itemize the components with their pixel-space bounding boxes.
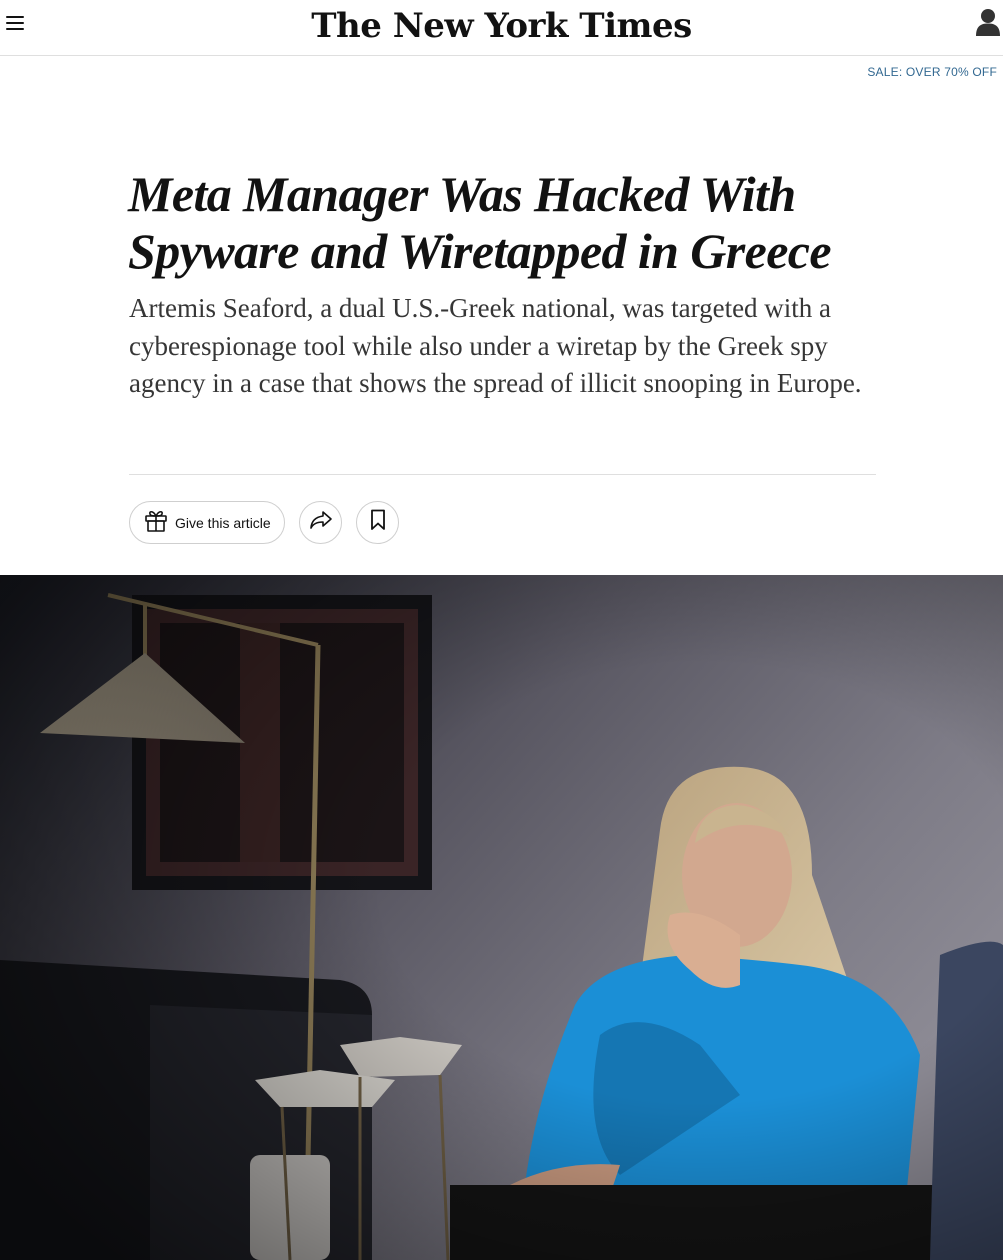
bookmark-icon	[370, 509, 386, 536]
user-account-icon[interactable]	[975, 6, 1001, 38]
top-bar: The New York Times	[0, 0, 1003, 56]
save-button[interactable]	[356, 501, 399, 544]
sale-promo-link[interactable]: SALE: OVER 70% OFF	[867, 65, 997, 79]
share-arrow-icon	[309, 510, 333, 535]
divider	[129, 474, 876, 475]
gift-icon	[143, 507, 169, 538]
lead-photo	[0, 575, 1003, 1260]
article-headline: Meta Manager Was Hacked With Spyware and…	[128, 166, 832, 279]
give-article-label: Give this article	[175, 514, 271, 531]
nyt-logo[interactable]: The New York Times	[0, 4, 1003, 48]
article-summary: Artemis Seaford, a dual U.S.-Greek natio…	[129, 293, 862, 398]
give-article-button[interactable]: Give this article	[129, 501, 285, 544]
share-button[interactable]	[299, 501, 342, 544]
